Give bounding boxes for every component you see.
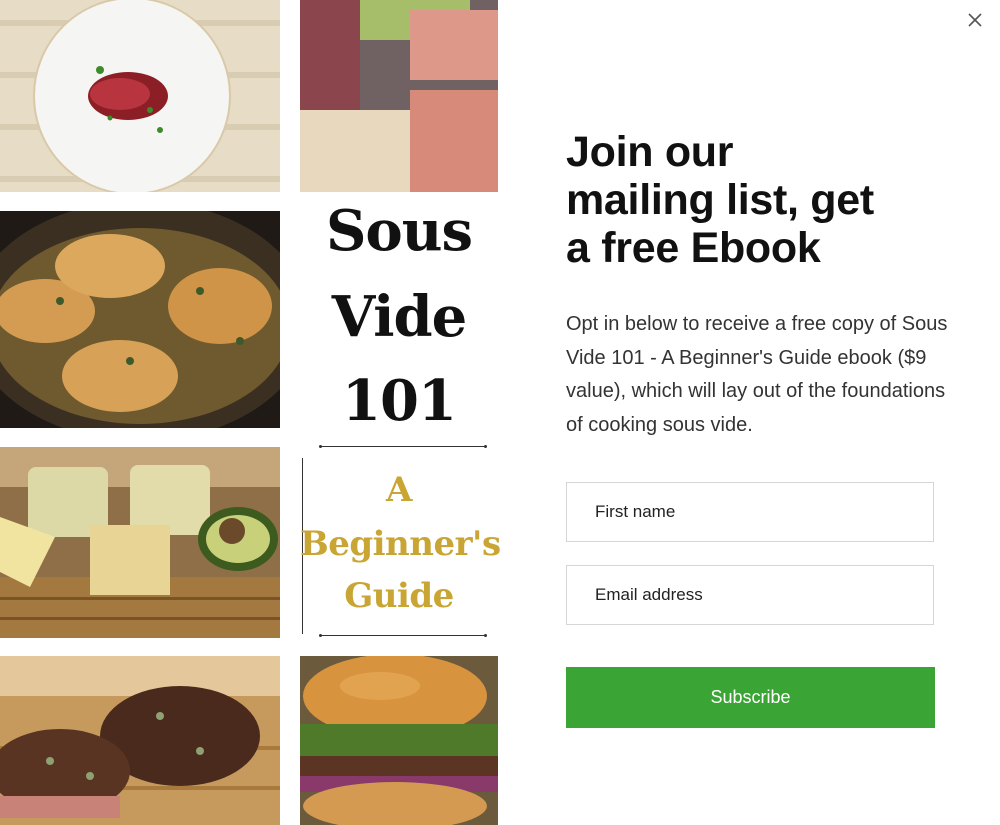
photo-avocado-mousse — [0, 447, 280, 638]
first-name-input[interactable] — [566, 482, 934, 542]
ebook-title-line: Vide — [331, 284, 468, 350]
newsletter-modal: Sous Vide 101 A Beginner's Guide Join ou… — [0, 0, 1000, 825]
subscribe-button[interactable]: Subscribe — [566, 667, 935, 728]
signup-description: Opt in below to receive a free copy of S… — [566, 313, 948, 436]
headline-line: mailing list, get — [566, 176, 874, 224]
close-button[interactable] — [962, 7, 988, 33]
ebook-cover-title: Sous Vide 101 A Beginner's Guide — [300, 192, 501, 656]
photo-chicken-pan — [0, 211, 280, 428]
photo-burger — [300, 656, 498, 825]
ebook-title-line: Sous — [325, 198, 473, 264]
ebook-divider — [319, 634, 487, 637]
ebook-subtitle-line: Beginner's — [300, 524, 501, 564]
email-input[interactable] — [566, 565, 934, 625]
photo-vacuum-bags — [300, 0, 498, 192]
headline-line: a free Ebook — [566, 224, 821, 272]
ebook-divider — [319, 445, 487, 448]
photo-steaks-board — [0, 656, 280, 825]
ebook-subtitle-line: A — [386, 470, 412, 510]
close-icon — [968, 13, 982, 27]
signup-headline: Join our mailing list, get a free Ebook — [566, 128, 966, 272]
ebook-subtitle-line: Guide — [344, 576, 454, 616]
headline-line: Join our — [566, 128, 734, 176]
photo-steak-plate — [0, 0, 280, 192]
ebook-title-line: 101 — [342, 368, 457, 434]
